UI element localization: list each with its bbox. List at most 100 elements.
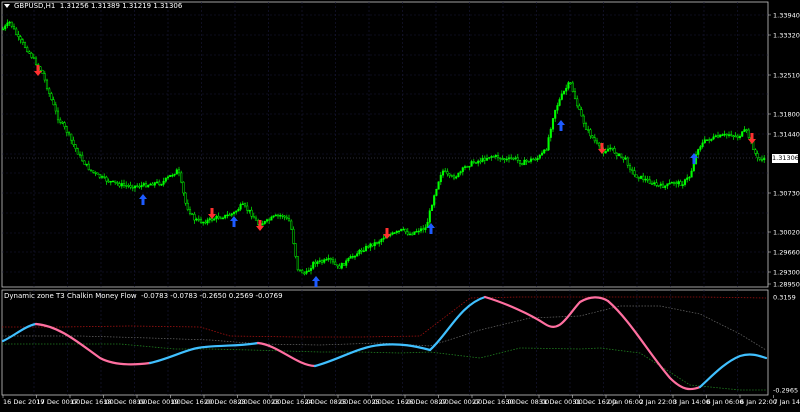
candle-body <box>495 155 497 156</box>
candle-body <box>183 182 185 193</box>
candle-body <box>59 120 61 122</box>
candle-body <box>293 229 295 243</box>
candle-body <box>460 172 462 173</box>
dropdown-triangle-icon[interactable] <box>4 4 10 8</box>
candle-body <box>667 184 669 186</box>
candle-body <box>612 148 614 149</box>
open-value: 1.31256 <box>60 2 89 10</box>
candle-body <box>524 160 526 165</box>
candle-body <box>598 143 600 146</box>
candle-body <box>202 222 204 223</box>
candle-body <box>64 123 66 127</box>
candle-body <box>297 257 299 270</box>
candle-body <box>607 149 609 151</box>
price-axis-label: 1.30730 <box>773 190 800 198</box>
candle-body <box>748 130 750 138</box>
candle-body <box>66 127 68 133</box>
candle-body <box>596 141 598 143</box>
candle-body <box>464 167 466 168</box>
candle-body <box>675 183 677 184</box>
candle-body <box>436 189 438 195</box>
candle-body <box>396 231 398 232</box>
candle-body <box>112 181 114 182</box>
candle-body <box>447 172 449 174</box>
candle-body <box>636 175 638 178</box>
candle-body <box>532 159 534 160</box>
candle-body <box>218 216 220 218</box>
candle-body <box>326 259 328 260</box>
candle-body <box>321 261 323 263</box>
candle-body <box>664 186 666 188</box>
candle-body <box>145 183 147 186</box>
candle-body <box>233 212 235 213</box>
buy-arrow-icon <box>312 276 320 287</box>
candle-body <box>442 171 444 175</box>
candle-body <box>728 135 730 136</box>
sell-arrow-icon <box>208 208 216 219</box>
indicator-panel-frame <box>2 290 768 395</box>
candle-body <box>682 185 684 186</box>
candle-body <box>491 156 493 157</box>
candle-body <box>477 161 479 163</box>
candle-body <box>200 219 202 222</box>
candle-body <box>616 153 618 156</box>
candle-body <box>229 215 231 216</box>
time-axis-label: 3 Jan 14:00 <box>673 398 710 406</box>
candle-body <box>737 136 739 138</box>
candle-body <box>13 26 15 29</box>
oscillator-line <box>315 344 430 366</box>
indicator-name: Dynamic zone T3 Chalkin Money Flow <box>4 292 137 300</box>
candle-body <box>317 262 319 264</box>
candle-body <box>86 164 88 165</box>
candle-body <box>290 221 292 229</box>
candle-body <box>565 88 567 91</box>
candle-body <box>334 262 336 265</box>
candle-body <box>147 185 149 187</box>
price-axis-label: 1.31800 <box>773 111 800 119</box>
lower-zone-line <box>2 344 766 390</box>
candle-body <box>557 105 559 110</box>
candle-body <box>68 133 70 134</box>
indicator-axis-label: -0.2965 <box>773 387 798 395</box>
candle-body <box>755 150 757 154</box>
candle-body <box>90 170 92 171</box>
candle-body <box>471 161 473 166</box>
candle-body <box>48 89 50 94</box>
candle-body <box>92 171 94 173</box>
candle-body <box>139 186 141 187</box>
candle-body <box>383 238 385 239</box>
time-axis-label: 7 Jan 14:00 <box>774 398 800 406</box>
candle-body <box>568 83 570 89</box>
candle-body <box>363 251 365 252</box>
price-axis-label: 1.28950 <box>773 281 800 289</box>
candle-body <box>552 118 554 129</box>
candle-body <box>418 231 420 232</box>
candle-body <box>180 173 182 182</box>
candle-body <box>128 185 130 186</box>
oscillator-line <box>150 343 258 363</box>
candle-body <box>422 229 424 230</box>
candle-body <box>198 219 200 220</box>
candle-body <box>717 136 719 137</box>
candle-body <box>97 173 99 174</box>
candle-body <box>642 176 644 180</box>
candle-body <box>119 184 121 186</box>
candle-body <box>249 210 251 211</box>
candle-body <box>746 130 748 131</box>
candle-body <box>722 135 724 136</box>
candle-body <box>367 246 369 247</box>
candle-body <box>462 168 464 172</box>
candle-body <box>469 166 471 167</box>
chart-canvas[interactable]: 1.339401.333201.325101.318001.314401.307… <box>0 0 800 408</box>
candle-body <box>572 83 574 92</box>
candle-body <box>262 224 264 226</box>
candle-body <box>81 155 83 161</box>
candle-body <box>378 242 380 244</box>
candle-body <box>132 187 134 188</box>
candle-body <box>715 136 717 137</box>
candle-body <box>288 218 290 221</box>
candle-body <box>543 150 545 153</box>
candle-body <box>354 256 356 257</box>
candle-body <box>631 169 633 171</box>
candle-body <box>141 185 143 187</box>
